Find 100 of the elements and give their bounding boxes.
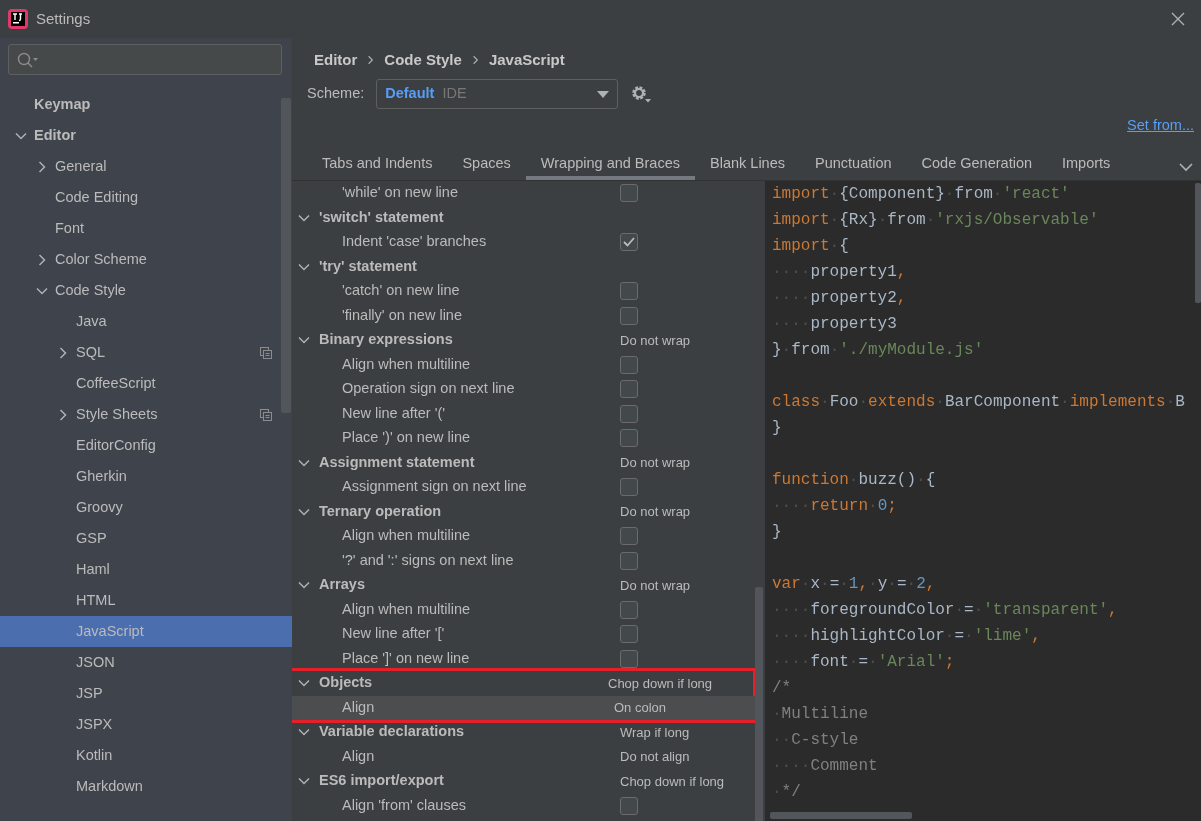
tree-item[interactable]: SQL bbox=[0, 337, 292, 368]
tree-item[interactable]: Color Scheme bbox=[0, 244, 292, 275]
tree-label: Haml bbox=[76, 559, 110, 579]
tree-item[interactable]: CoffeeScript bbox=[0, 368, 292, 399]
tree-item[interactable]: Keymap bbox=[0, 89, 292, 120]
tree-item[interactable]: Font bbox=[0, 213, 292, 244]
scrollbar-thumb[interactable] bbox=[755, 587, 763, 821]
chevron-down-icon[interactable] bbox=[1179, 163, 1193, 172]
code-line: ····property3 bbox=[771, 314, 898, 335]
code-line: import·{Component}·from·'react' bbox=[771, 184, 1071, 205]
checkbox[interactable] bbox=[620, 184, 638, 203]
checkbox[interactable] bbox=[620, 527, 638, 546]
checkbox[interactable] bbox=[620, 478, 638, 497]
group-label: 'try' statement bbox=[319, 256, 418, 276]
tree-label: Style Sheets bbox=[76, 404, 158, 424]
checkbox[interactable] bbox=[620, 600, 638, 619]
code-line: class·Foo·extends·BarComponent·implements·B bbox=[771, 392, 1186, 413]
option-label: New line after '(' bbox=[341, 403, 447, 423]
tab[interactable]: Wrapping and Braces bbox=[525, 146, 695, 180]
tab[interactable]: Code Generation bbox=[906, 146, 1047, 180]
tree-item[interactable]: JSP bbox=[0, 678, 292, 709]
code-line: }·from·'./myModule.js' bbox=[771, 340, 985, 361]
tab[interactable]: Punctuation bbox=[800, 146, 907, 180]
option-label: 'while' on new line bbox=[341, 183, 459, 203]
scheme-name: Default bbox=[385, 84, 435, 104]
group-label: Variable declarations bbox=[319, 722, 466, 742]
checkbox[interactable] bbox=[620, 380, 638, 399]
option-value[interactable]: Do not wrap bbox=[620, 577, 691, 593]
tree-item[interactable]: Code Style bbox=[0, 275, 292, 306]
tree-item[interactable]: Groovy bbox=[0, 492, 292, 523]
checkbox[interactable] bbox=[620, 429, 638, 448]
tree-item[interactable]: Gherkin bbox=[0, 461, 292, 492]
option-value[interactable]: Chop down if long bbox=[608, 675, 713, 691]
group-label: 'switch' statement bbox=[319, 207, 445, 227]
search-field[interactable] bbox=[8, 44, 282, 75]
option-value[interactable]: Wrap if long bbox=[620, 724, 690, 740]
tree-label: Gherkin bbox=[76, 466, 127, 486]
chevron-right-icon[interactable] bbox=[57, 408, 69, 421]
tab[interactable]: Tabs and Indents bbox=[307, 146, 448, 180]
tree-label: GSP bbox=[76, 528, 107, 548]
tree-item[interactable]: Haml bbox=[0, 554, 292, 585]
code-line: /* bbox=[771, 678, 793, 699]
option-label: Operation sign on next line bbox=[341, 379, 516, 399]
tree-item[interactable]: JSON bbox=[0, 647, 292, 678]
tab[interactable]: Imports bbox=[1047, 146, 1126, 180]
checkbox[interactable] bbox=[620, 404, 638, 423]
tree-item[interactable]: EditorConfig bbox=[0, 430, 292, 461]
breadcrumb-item[interactable]: Editor bbox=[314, 48, 358, 72]
scrollbar-thumb[interactable] bbox=[1195, 183, 1201, 303]
option-value[interactable]: Do not wrap bbox=[620, 455, 691, 470]
tree-item[interactable]: Java bbox=[0, 306, 292, 337]
settings-icon[interactable] bbox=[630, 84, 653, 104]
tab[interactable]: Blank Lines bbox=[695, 146, 800, 180]
chevron-right-icon[interactable] bbox=[36, 160, 48, 173]
tree-label: CoffeeScript bbox=[76, 373, 156, 393]
code-line: ····return·0; bbox=[771, 496, 898, 517]
group-label: Assignment statement bbox=[319, 452, 476, 472]
code-line: ····Comment bbox=[771, 756, 879, 777]
scheme-dropdown[interactable]: Default IDE bbox=[376, 79, 619, 109]
option-value[interactable]: Chop down if long bbox=[620, 773, 725, 789]
tree-item[interactable]: General bbox=[0, 151, 292, 182]
checkbox[interactable] bbox=[620, 551, 638, 570]
tree-item[interactable]: Editor bbox=[0, 120, 292, 151]
tree-item[interactable]: Markdown bbox=[0, 771, 292, 802]
option-value[interactable]: On colon bbox=[614, 698, 667, 718]
tree-item[interactable]: GSP bbox=[0, 523, 292, 554]
set-from-link[interactable]: Set from... bbox=[1127, 115, 1194, 139]
checkbox[interactable] bbox=[620, 625, 638, 644]
tab[interactable]: Spaces bbox=[447, 146, 526, 180]
scrollbar-thumb[interactable] bbox=[281, 98, 291, 413]
tree-item[interactable]: JSPX bbox=[0, 709, 292, 740]
option-value[interactable]: Do not wrap bbox=[620, 504, 691, 519]
code-line: ····foregroundColor·=·'transparent', bbox=[771, 600, 1119, 621]
breadcrumb-item[interactable]: Code Style bbox=[384, 48, 462, 72]
checkbox[interactable] bbox=[620, 306, 638, 325]
checkbox[interactable] bbox=[620, 282, 638, 301]
code-line: ····property2, bbox=[771, 288, 908, 309]
scrollbar-thumb[interactable] bbox=[770, 812, 912, 819]
checkbox[interactable] bbox=[620, 233, 638, 252]
chevron-right-icon[interactable] bbox=[57, 346, 69, 359]
option-value[interactable]: Do not wrap bbox=[620, 332, 691, 348]
tree-item[interactable]: Kotlin bbox=[0, 740, 292, 771]
group-label: Objects bbox=[319, 673, 374, 693]
tree-item[interactable]: HTML bbox=[0, 585, 292, 616]
code-line: ····highlightColor·=·'lime', bbox=[771, 626, 1042, 647]
code-line: function·buzz()·{ bbox=[771, 470, 937, 491]
tree-item[interactable]: Style Sheets bbox=[0, 399, 292, 430]
tree-item[interactable]: JavaScript bbox=[0, 616, 292, 647]
breadcrumb-item[interactable]: JavaScript bbox=[488, 48, 565, 72]
close-icon[interactable] bbox=[1171, 12, 1185, 26]
chevron-right-icon[interactable] bbox=[36, 253, 48, 266]
code-line: ··C-style bbox=[771, 730, 860, 751]
tree-item[interactable]: Code Editing bbox=[0, 182, 292, 213]
option-value[interactable]: Do not align bbox=[620, 747, 690, 767]
checkbox[interactable] bbox=[620, 649, 638, 668]
checkbox[interactable] bbox=[620, 796, 638, 815]
code-line: import·{Rx}·from·'rxjs/Observable' bbox=[771, 210, 1100, 231]
group-label: Binary expressions bbox=[319, 330, 454, 350]
tree-label: EditorConfig bbox=[76, 435, 156, 455]
checkbox[interactable] bbox=[620, 355, 638, 374]
